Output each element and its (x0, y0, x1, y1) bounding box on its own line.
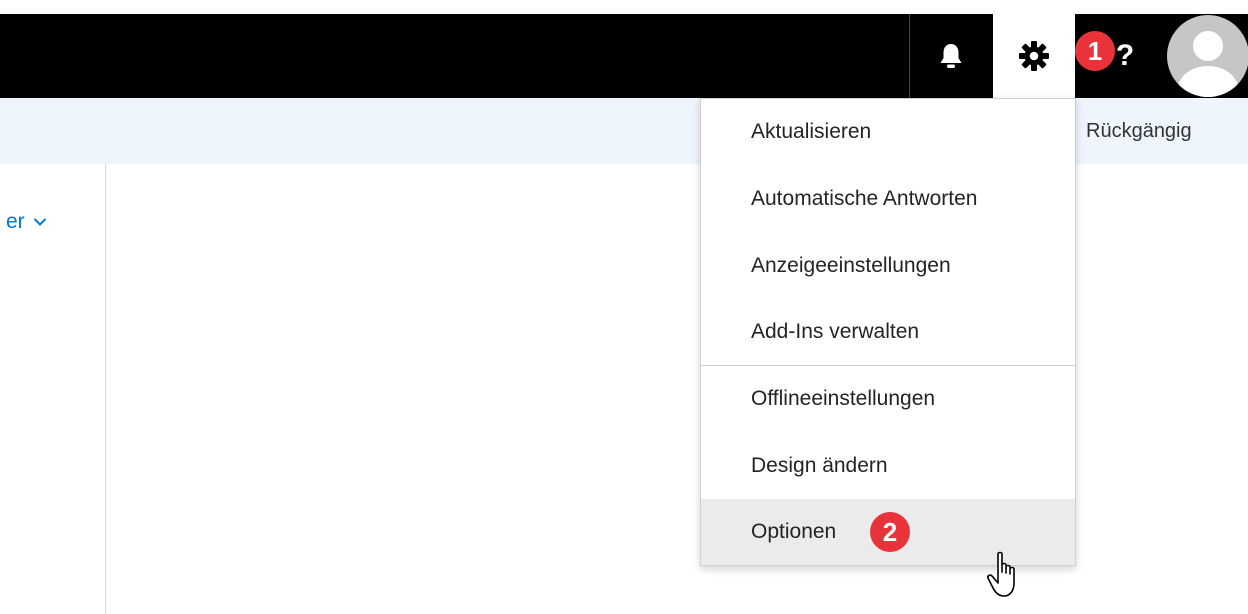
settings-menu: Aktualisieren Automatische Antworten Anz… (700, 98, 1076, 566)
left-pane-divider (105, 164, 106, 614)
menu-item-design-aendern[interactable]: Design ändern (701, 433, 1075, 499)
outlook-web-page: ? 1 Rückgängig er Aktualisieren Automati… (0, 0, 1248, 614)
gear-icon (1019, 41, 1049, 71)
bell-icon (940, 44, 962, 68)
folder-toggle-label: er (6, 210, 25, 233)
user-avatar[interactable] (1167, 15, 1248, 97)
avatar-icon (1178, 31, 1238, 97)
notifications-button[interactable] (910, 14, 992, 98)
step-badge-2: 2 (870, 512, 910, 552)
settings-button[interactable] (993, 14, 1075, 98)
menu-item-automatische-antworten[interactable]: Automatische Antworten (701, 166, 1075, 232)
help-icon: ? (1115, 39, 1135, 72)
undo-button[interactable]: Rückgängig (1086, 120, 1192, 143)
menu-item-anzeigeeinstellungen[interactable]: Anzeigeeinstellungen (701, 233, 1075, 299)
hand-cursor-icon (987, 551, 1015, 597)
chevron-down-icon (33, 218, 46, 226)
step-badge-1: 1 (1075, 31, 1115, 71)
menu-item-aktualisieren[interactable]: Aktualisieren (701, 99, 1075, 165)
menu-item-add-ins-verwalten[interactable]: Add-Ins verwalten (701, 299, 1075, 365)
menu-item-offlineeinstellungen[interactable]: Offlineeinstellungen (701, 366, 1075, 432)
folder-toggle[interactable]: er (6, 210, 47, 234)
